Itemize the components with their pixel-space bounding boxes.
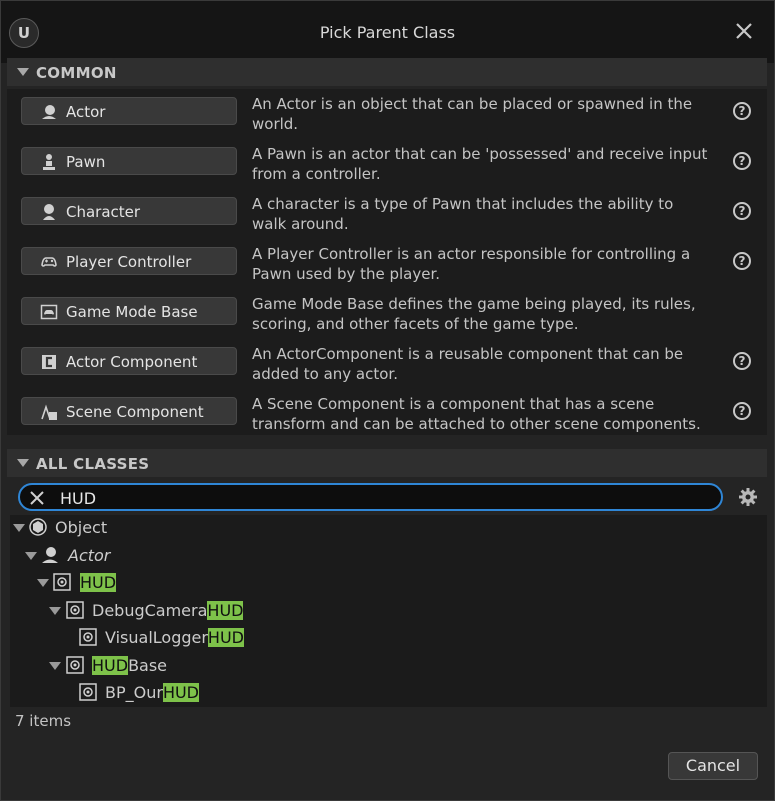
gamepad-icon bbox=[41, 257, 57, 267]
actor-class-button[interactable]: Actor bbox=[21, 97, 237, 125]
title-bar: U Pick Parent Class bbox=[1, 1, 774, 63]
common-class-row: Scene Component A Scene Component is a c… bbox=[7, 389, 767, 439]
common-class-list: Actor An Actor is an object that can be … bbox=[7, 89, 767, 435]
class-description: Game Mode Base defines the game being pl… bbox=[252, 295, 696, 333]
class-tree: Object Actor HUD DebugCameraHUD VisualLo… bbox=[10, 515, 767, 707]
search-match-highlight: HUD bbox=[207, 601, 244, 620]
class-button-label: Player Controller bbox=[66, 253, 192, 271]
game-mode-base-class-button[interactable]: Game Mode Base bbox=[21, 297, 237, 325]
common-class-row: Character A character is a type of Pawn … bbox=[7, 189, 767, 239]
search-match-highlight: HUD bbox=[207, 628, 244, 647]
common-class-row: Actor Component An ActorComponent is a r… bbox=[7, 339, 767, 389]
help-icon[interactable]: ? bbox=[733, 352, 751, 370]
tree-item-text: Base bbox=[128, 656, 168, 675]
class-description: An ActorComponent is a reusable componen… bbox=[252, 345, 684, 383]
common-class-row: Actor An Actor is an object that can be … bbox=[7, 89, 767, 139]
help-icon[interactable]: ? bbox=[733, 152, 751, 170]
class-description: A character is a type of Pawn that inclu… bbox=[252, 195, 674, 233]
class-button-label: Game Mode Base bbox=[66, 303, 198, 321]
pawn-class-button[interactable]: Pawn bbox=[21, 147, 237, 175]
cancel-button[interactable]: Cancel bbox=[668, 752, 758, 780]
component-icon bbox=[42, 355, 56, 369]
all-classes-section-label: ALL CLASSES bbox=[36, 455, 150, 473]
expand-arrow-icon[interactable] bbox=[49, 662, 61, 670]
expand-arrow-icon[interactable] bbox=[37, 579, 49, 587]
character-icon bbox=[43, 204, 55, 220]
pick-parent-class-dialog: U Pick Parent Class COMMON Actor An Acto… bbox=[0, 0, 775, 801]
class-search-box[interactable] bbox=[18, 483, 723, 511]
class-description: A Pawn is an actor that can be 'possesse… bbox=[252, 145, 708, 183]
class-button-label: Scene Component bbox=[66, 403, 204, 421]
search-match-highlight: HUD bbox=[162, 683, 199, 702]
object-icon bbox=[29, 518, 47, 536]
search-match-highlight: HUD bbox=[80, 573, 117, 592]
all-classes-section-header[interactable]: ALL CLASSES bbox=[7, 449, 767, 477]
help-icon[interactable]: ? bbox=[733, 102, 751, 120]
scene-component-class-button[interactable]: Scene Component bbox=[21, 397, 237, 425]
hud-icon bbox=[79, 683, 97, 701]
dialog-title: Pick Parent Class bbox=[319, 23, 456, 42]
collapse-arrow-icon bbox=[17, 459, 29, 467]
tree-item-text: Actor bbox=[68, 546, 111, 565]
hud-icon bbox=[66, 656, 84, 674]
class-button-label: Actor bbox=[66, 103, 106, 121]
common-section-label: COMMON bbox=[36, 64, 117, 82]
tree-item-text: Object bbox=[55, 518, 108, 537]
search-input[interactable] bbox=[58, 487, 702, 509]
clear-search-icon[interactable] bbox=[29, 490, 45, 506]
help-icon[interactable]: ? bbox=[733, 252, 751, 270]
expand-arrow-icon[interactable] bbox=[49, 607, 61, 615]
hud-icon bbox=[79, 628, 97, 646]
class-button-label: Character bbox=[66, 203, 141, 221]
actor-icon bbox=[42, 105, 56, 119]
player-controller-class-button[interactable]: Player Controller bbox=[21, 247, 237, 275]
class-button-label: Actor Component bbox=[66, 353, 198, 371]
class-description: An Actor is an object that can be placed… bbox=[252, 95, 693, 133]
help-icon[interactable]: ? bbox=[733, 202, 751, 220]
common-section-header[interactable]: COMMON bbox=[7, 58, 767, 86]
game-mode-icon bbox=[40, 304, 58, 320]
character-class-button[interactable]: Character bbox=[21, 197, 237, 225]
search-match-highlight: HUD bbox=[92, 656, 129, 675]
hud-icon bbox=[53, 573, 71, 591]
pawn-icon bbox=[43, 154, 55, 170]
class-description: A Scene Component is a component that ha… bbox=[252, 395, 701, 433]
tree-item-text: DebugCamera bbox=[92, 601, 208, 620]
actor-icon bbox=[42, 547, 58, 563]
help-icon[interactable]: ? bbox=[733, 402, 751, 420]
hud-icon bbox=[66, 601, 84, 619]
actor-component-class-button[interactable]: Actor Component bbox=[21, 347, 237, 375]
tree-item-text: VisualLogger bbox=[105, 628, 208, 647]
expand-arrow-icon[interactable] bbox=[13, 524, 25, 532]
class-description: A Player Controller is an actor responsi… bbox=[252, 245, 691, 283]
item-count: 7 items bbox=[15, 712, 72, 730]
gear-icon[interactable] bbox=[737, 486, 759, 508]
collapse-arrow-icon bbox=[17, 68, 29, 76]
common-class-row: Pawn A Pawn is an actor that can be 'pos… bbox=[7, 139, 767, 189]
all-classes-section: ALL CLASSES Object bbox=[7, 449, 767, 741]
class-button-label: Pawn bbox=[66, 153, 106, 171]
tree-item-text: BP_Our bbox=[105, 683, 163, 702]
close-icon[interactable] bbox=[734, 21, 754, 41]
scene-component-icon bbox=[41, 404, 57, 420]
common-class-row: Game Mode Base Game Mode Base defines th… bbox=[7, 289, 767, 339]
expand-arrow-icon[interactable] bbox=[25, 552, 37, 560]
common-class-row: Player Controller A Player Controller is… bbox=[7, 239, 767, 289]
